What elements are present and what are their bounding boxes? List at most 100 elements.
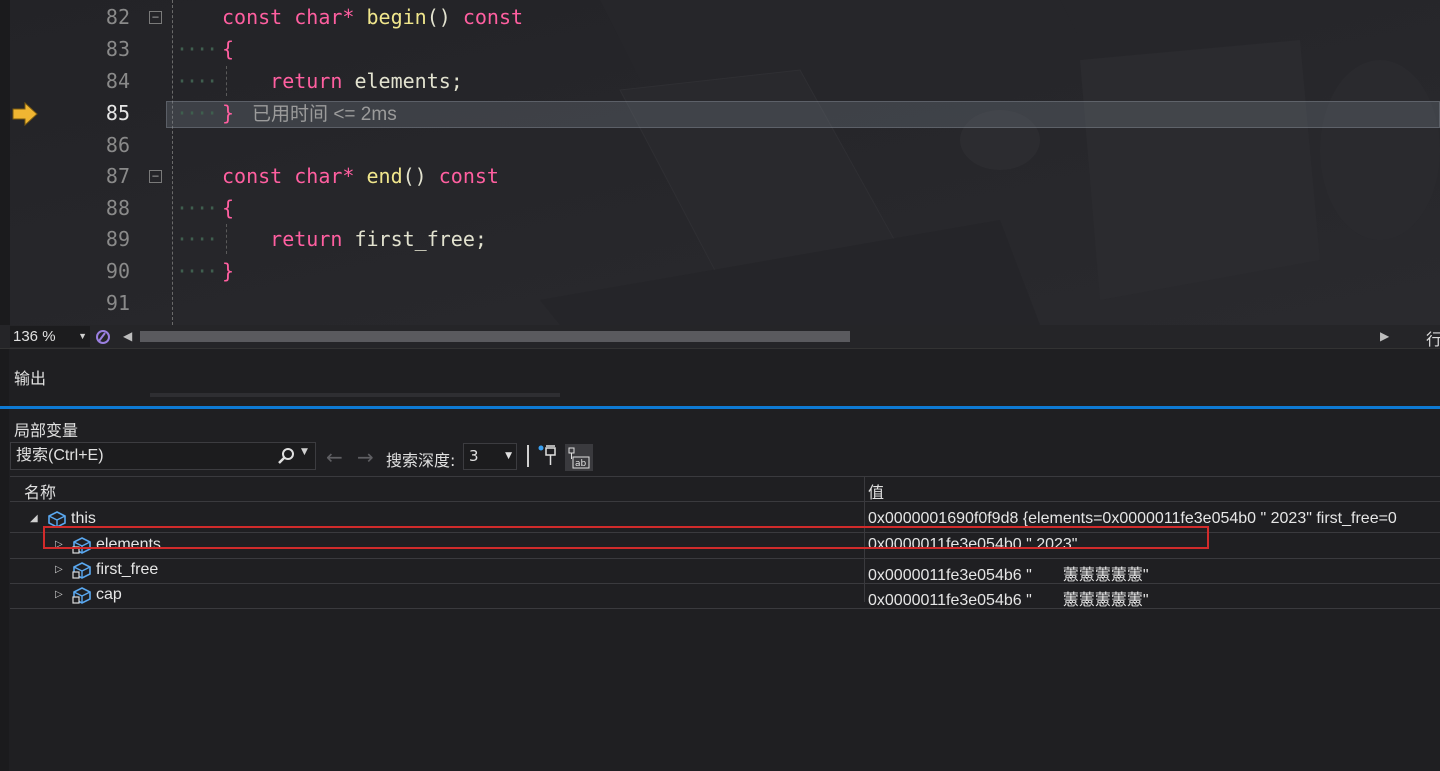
code-token: char* — [294, 5, 367, 29]
svg-text:ab: ab — [575, 459, 587, 469]
search-depth-select[interactable]: 3 ▼ — [463, 443, 517, 470]
line-number: 89 — [82, 224, 130, 255]
search-icon[interactable] — [277, 447, 295, 465]
whitespace-dots: ···· — [176, 259, 218, 283]
column-header-name[interactable]: 名称 — [24, 479, 56, 503]
code-line[interactable]: const char* begin() const — [222, 2, 523, 33]
code-line[interactable]: { — [222, 193, 234, 224]
chevron-down-icon: ▼ — [505, 451, 512, 461]
code-token: return — [222, 69, 355, 93]
collapsed-triangle-icon[interactable]: ▷ — [55, 564, 63, 575]
pin-icon[interactable] — [537, 444, 559, 468]
private-field-icon — [72, 587, 91, 604]
chevron-down-icon: ▼ — [78, 331, 87, 341]
code-token: ; — [474, 227, 487, 251]
line-number-text: 87 — [105, 164, 130, 188]
copilot-icon[interactable] — [95, 329, 111, 345]
code-token: elements — [354, 69, 451, 93]
code-token: const — [462, 5, 524, 29]
editor-status-bar: 136 % ▼ ◀ ▶ 行 — [0, 325, 1440, 349]
output-panel-title[interactable]: 输出 — [14, 365, 46, 389]
code-token: } — [222, 101, 235, 125]
code-editor[interactable]: 82− const char* begin() const 83 ····{84 ···… — [0, 0, 1440, 325]
whitespace-dots: ···· — [176, 101, 218, 125]
code-token: { — [222, 196, 235, 220]
code-token: () — [402, 164, 439, 188]
whitespace-dots: ···· — [176, 227, 218, 251]
grid-header: 名称 值 — [10, 476, 1440, 502]
code-line[interactable]: } 已用时间 <= 2ms — [222, 98, 397, 130]
output-panel: 输出 — [0, 348, 1440, 407]
line-number: 83 — [82, 34, 130, 65]
line-number: 85 — [82, 98, 130, 129]
line-number-text: 83 — [105, 37, 130, 61]
back-arrow-icon[interactable]: ← — [326, 445, 343, 469]
locals-panel: 局部变量 ▼ ← → 搜索深度: 3 ▼ ab 名称 值 ◢this0x0000… — [0, 406, 1440, 771]
line-number-text: 91 — [105, 291, 130, 315]
toolbar-separator — [527, 445, 529, 467]
whitespace-dots: ···· — [176, 37, 218, 61]
whitespace-dots: ···· — [176, 69, 218, 93]
line-number-text: 89 — [105, 227, 130, 251]
scroll-right-arrow-icon[interactable]: ▶ — [1380, 329, 1389, 343]
line-number-text: 82 — [105, 5, 130, 29]
code-line[interactable]: { — [222, 34, 234, 65]
line-number-text: 90 — [105, 259, 130, 283]
variable-value[interactable]: 0x0000011fe3e054b6 " 藼藼藼藼藼" — [868, 586, 1149, 610]
expanded-triangle-icon[interactable]: ◢ — [30, 513, 38, 524]
chevron-down-icon[interactable]: ▼ — [301, 447, 308, 457]
variable-row[interactable]: ▷ cap 0x0000011fe3e054b6 " 藼藼藼藼藼" — [10, 583, 1440, 609]
line-number: 84 — [82, 66, 130, 97]
code-token: ; — [450, 69, 463, 93]
variable-name: first_free — [96, 561, 159, 578]
code-token: end — [366, 164, 403, 188]
panel-margin — [0, 349, 9, 407]
line-number-text: 86 — [105, 133, 130, 157]
panel-margin — [0, 409, 9, 771]
line-number-text: 85 — [105, 101, 130, 125]
line-number: 90 — [82, 256, 130, 287]
forward-arrow-icon[interactable]: → — [357, 445, 374, 469]
code-line[interactable]: return elements; — [222, 66, 463, 97]
code-token: } — [222, 259, 235, 283]
code-token: () — [426, 5, 463, 29]
locals-panel-title[interactable]: 局部变量 — [14, 417, 78, 441]
current-statement-arrow-icon — [12, 102, 38, 126]
zoom-level: 136 % — [13, 328, 56, 345]
code-token: const — [438, 164, 499, 188]
code-token: const — [222, 5, 295, 29]
code-token: first_free — [354, 227, 475, 251]
output-toolbar — [150, 393, 560, 397]
code-line[interactable]: const char* end() const — [222, 161, 499, 192]
collapsed-triangle-icon[interactable]: ▷ — [55, 589, 63, 600]
private-field-icon — [72, 562, 91, 579]
whitespace-dots: ···· — [176, 196, 218, 220]
line-number: 87 — [82, 161, 130, 192]
search-box[interactable]: ▼ — [10, 442, 316, 470]
search-depth-label: 搜索深度: — [386, 451, 456, 470]
code-token: begin — [366, 5, 427, 29]
line-number: 88 — [82, 193, 130, 224]
code-token: const — [222, 164, 295, 188]
collapse-icon[interactable]: − — [149, 170, 162, 183]
variable-row[interactable]: ▷ first_free 0x0000011fe3e054b6 " 藼藼藼藼藼" — [10, 558, 1440, 584]
zoom-dropdown[interactable]: 136 % ▼ — [10, 326, 90, 347]
variable-name: cap — [96, 586, 122, 603]
code-token: return — [222, 227, 355, 251]
code-line[interactable]: return first_free; — [222, 224, 487, 255]
code-token: { — [222, 37, 235, 61]
variable-value[interactable]: 0x0000011fe3e054b6 " 藼藼藼藼藼" — [868, 561, 1149, 585]
elapsed-time-hint: 已用时间 <= 2ms — [252, 104, 397, 125]
collapse-icon[interactable]: − — [149, 11, 162, 24]
hex-display-icon[interactable]: ab — [565, 444, 593, 471]
search-input[interactable] — [16, 447, 266, 465]
column-header-value[interactable]: 值 — [868, 479, 884, 503]
line-number-text: 88 — [105, 196, 130, 220]
code-line[interactable]: } — [222, 256, 234, 287]
horizontal-scrollbar-thumb[interactable] — [140, 331, 850, 342]
line-number-text: 84 — [105, 69, 130, 93]
scroll-left-arrow-icon[interactable]: ◀ — [123, 329, 132, 343]
search-depth-value: 3 — [469, 447, 479, 465]
line-number: 91 — [82, 288, 130, 319]
fold-guide — [172, 0, 173, 325]
